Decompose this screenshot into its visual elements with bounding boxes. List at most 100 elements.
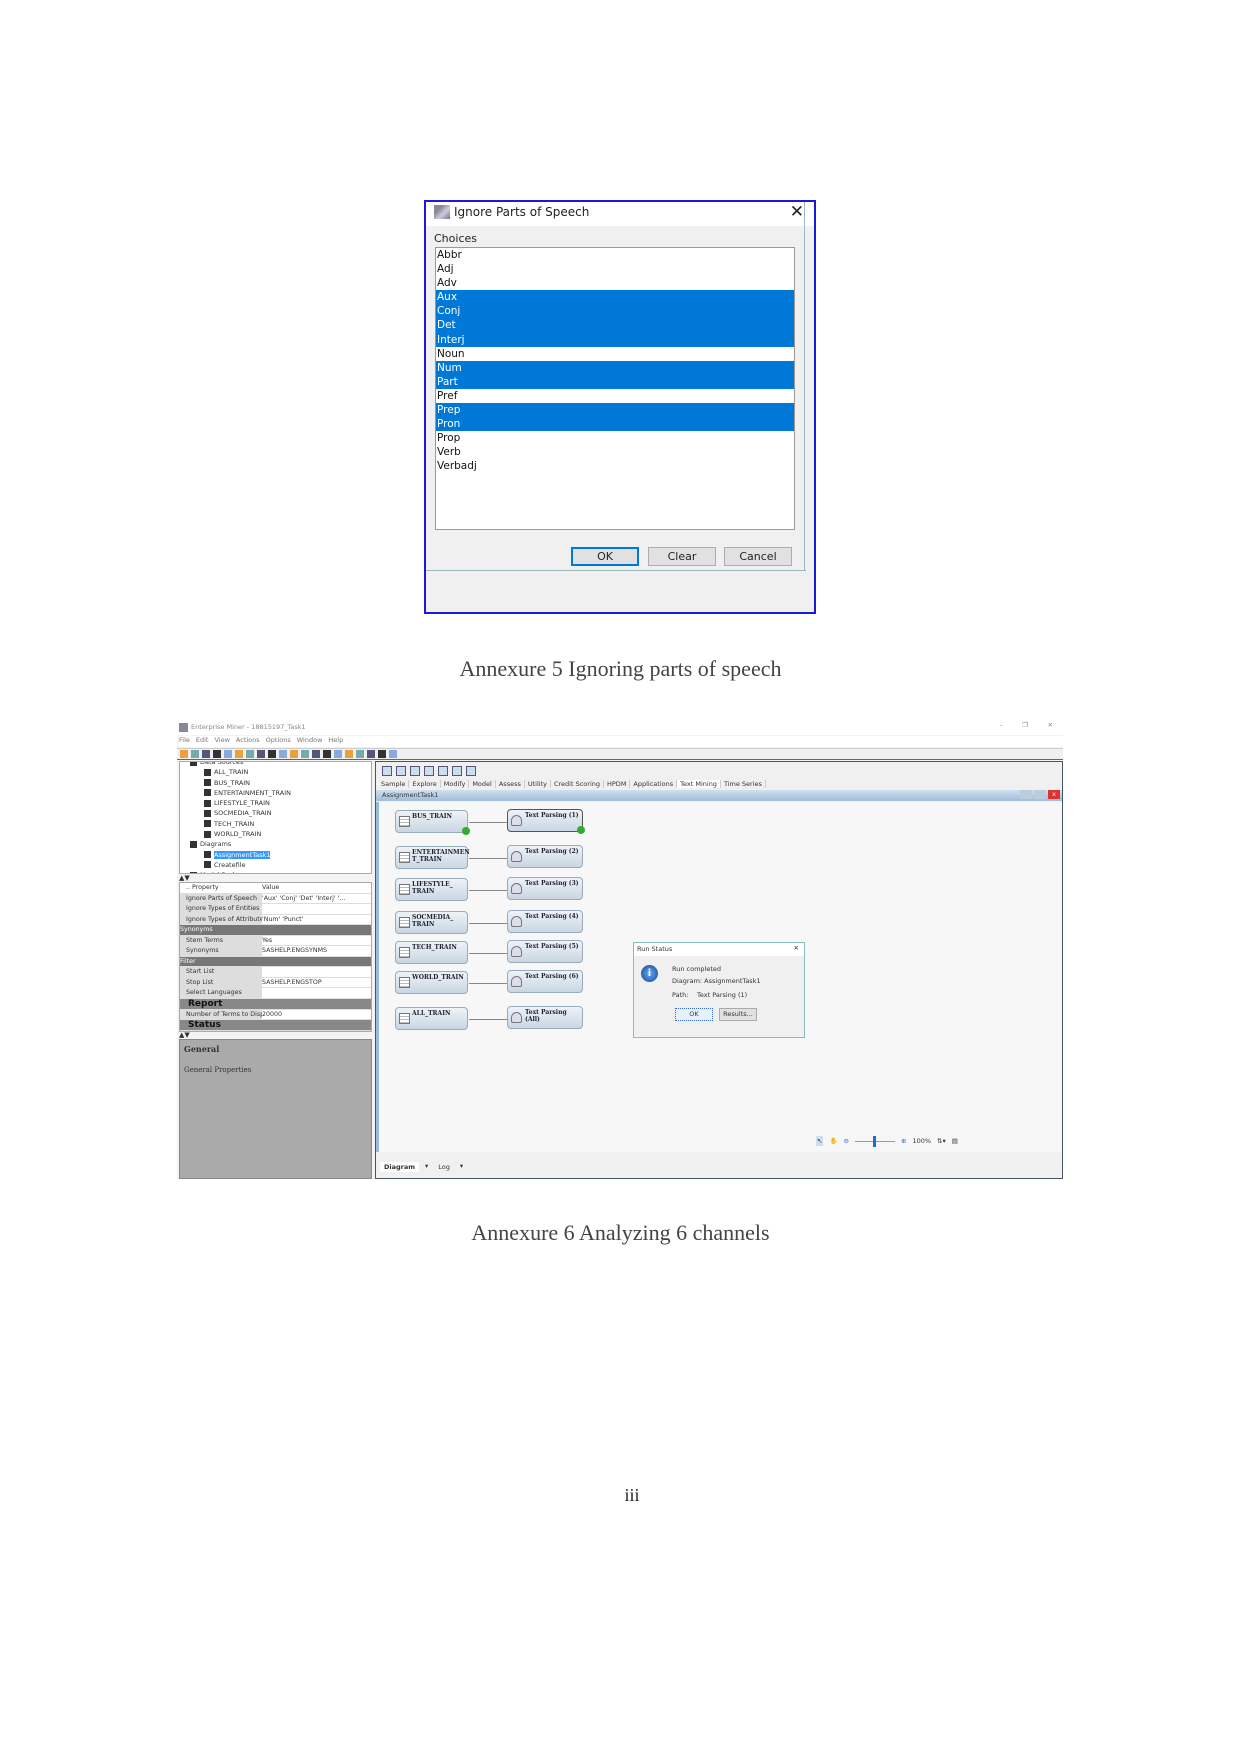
data-source-node[interactable]: LIFESTYLE_ TRAIN — [395, 878, 468, 901]
choice-item[interactable]: Verbadj — [436, 459, 794, 473]
tab-sample[interactable]: Sample — [378, 780, 410, 788]
toolbar-button-icon[interactable] — [246, 750, 254, 758]
data-source-node[interactable]: SOCMEDIA_ TRAIN — [395, 911, 468, 934]
choice-item[interactable]: Det — [436, 318, 794, 333]
property-row[interactable]: Number of Terms to Display20000 — [180, 1009, 371, 1020]
close-icon[interactable]: x — [1048, 790, 1060, 799]
property-value[interactable]: SASHELP.ENGSYNMS — [262, 946, 371, 956]
choice-item[interactable]: Pref — [436, 389, 794, 403]
menu-options[interactable]: Options — [266, 736, 291, 744]
zoom-out-icon[interactable]: ⊖ — [844, 1137, 849, 1145]
choice-item[interactable]: Prop — [436, 431, 794, 445]
property-value[interactable]: SASHELP.ENGSTOP — [262, 977, 371, 987]
dropdown-icon[interactable]: ▾ — [460, 1162, 463, 1172]
text-parsing-node[interactable]: Text Parsing (2) — [507, 845, 583, 868]
toolbar-button-icon[interactable] — [301, 750, 309, 758]
choice-item[interactable]: Interj — [436, 332, 794, 347]
close-icon[interactable]: ✕ — [1048, 721, 1053, 729]
tab-hpdm[interactable]: HPDM — [604, 780, 631, 788]
choices-list[interactable]: Abbr Adj Adv Aux Conj Det Interj Noun Num Part Pre… — [435, 247, 795, 530]
text-parsing-node[interactable]: Text Parsing (1) — [507, 809, 585, 834]
toolbar-button-icon[interactable] — [268, 750, 276, 758]
zoom-slider[interactable] — [855, 1135, 895, 1147]
choice-item[interactable]: Adj — [436, 262, 794, 276]
property-value[interactable] — [262, 904, 371, 914]
data-source-node[interactable]: TECH_TRAIN — [395, 941, 468, 964]
data-source-node[interactable]: WORLD_TRAIN — [395, 971, 468, 994]
tab-assess[interactable]: Assess — [496, 780, 525, 788]
menu-view[interactable]: View — [214, 736, 229, 744]
tree-diagram[interactable]: Createfile — [190, 860, 371, 870]
choice-item[interactable]: Conj — [436, 304, 794, 319]
node-tool-icon[interactable] — [410, 766, 420, 776]
data-source-node[interactable]: ALL_TRAIN — [395, 1007, 468, 1030]
toolbar-button-icon[interactable] — [334, 750, 342, 758]
property-row[interactable]: Stop List SASHELP.ENGSTOP — [180, 977, 371, 988]
toolbar-button-icon[interactable] — [257, 750, 265, 758]
cancel-button[interactable]: Cancel — [724, 547, 792, 566]
text-parsing-node[interactable]: Text Parsing (All) — [507, 1006, 583, 1029]
tree-diagram[interactable]: AssignmentTask1 — [190, 850, 371, 860]
node-tool-icon[interactable] — [466, 766, 476, 776]
toolbar-button-icon[interactable] — [367, 750, 375, 758]
ok-button[interactable]: OK — [571, 547, 639, 566]
toolbar-button-icon[interactable] — [378, 750, 386, 758]
node-tool-icon[interactable] — [424, 766, 434, 776]
choice-item[interactable]: Part — [436, 374, 794, 389]
property-row[interactable]: Ignore Parts of Speech 'Aux' 'Conj' 'Det'… — [180, 893, 371, 904]
tab-utility[interactable]: Utility — [525, 780, 551, 788]
clear-button[interactable]: Clear — [648, 547, 716, 566]
tree-data-source[interactable]: ENTERTAINMENT_TRAIN — [190, 788, 371, 798]
property-value[interactable]: Yes — [262, 935, 371, 945]
property-row[interactable]: Stem Terms Yes — [180, 935, 371, 946]
results-button[interactable]: Results... — [719, 1008, 757, 1021]
data-source-node[interactable]: ENTERTAINMEN T_TRAIN — [395, 846, 470, 869]
property-row[interactable]: Select Languages — [180, 988, 371, 999]
toolbar-button-icon[interactable] — [202, 750, 210, 758]
text-parsing-node[interactable]: Text Parsing (3) — [507, 877, 583, 900]
property-value[interactable]: 'Aux' 'Conj' 'Det' 'Interj' '... — [262, 893, 371, 903]
minimize-icon[interactable] — [1020, 790, 1032, 799]
tab-model[interactable]: Model — [469, 780, 496, 788]
menu-help[interactable]: Help — [328, 736, 343, 744]
node-tool-icon[interactable] — [396, 766, 406, 776]
choice-item[interactable]: Num — [436, 360, 794, 375]
property-row[interactable]: Synonyms SASHELP.ENGSYNMS — [180, 946, 371, 957]
menu-edit[interactable]: Edit — [196, 736, 209, 744]
close-icon[interactable]: ✕ — [790, 202, 804, 222]
choice-item[interactable]: Verb — [436, 445, 794, 459]
menu-window[interactable]: Window — [297, 736, 323, 744]
node-tool-icon[interactable] — [382, 766, 392, 776]
maximize-icon[interactable]: ❐ — [1022, 721, 1028, 729]
tab-text-mining[interactable]: Text Mining — [677, 780, 721, 788]
choice-item[interactable]: Adv — [436, 276, 794, 290]
property-value[interactable] — [262, 967, 371, 977]
toolbar-button-icon[interactable] — [389, 750, 397, 758]
layout-icon[interactable]: ⇅▾ — [937, 1137, 946, 1145]
data-source-node[interactable]: BUS_TRAIN — [395, 810, 470, 835]
node-tool-icon[interactable] — [452, 766, 462, 776]
toolbar-button-icon[interactable] — [235, 750, 243, 758]
toolbar-button-icon[interactable] — [345, 750, 353, 758]
tab-explore[interactable]: Explore — [409, 780, 441, 788]
run-ok-button[interactable]: OK — [675, 1008, 713, 1021]
toolbar-button-icon[interactable] — [224, 750, 232, 758]
tree-diagrams[interactable]: Diagrams — [190, 839, 371, 849]
tab-credit-scoring[interactable]: Credit Scoring — [551, 780, 604, 788]
text-parsing-node[interactable]: Text Parsing (6) — [507, 970, 583, 993]
tree-data-source[interactable]: WORLD_TRAIN — [190, 829, 371, 839]
tab-time-series[interactable]: Time Series — [721, 780, 766, 788]
toolbar-button-icon[interactable] — [312, 750, 320, 758]
select-tool-icon[interactable]: ↖ — [816, 1136, 824, 1146]
property-value[interactable]: 9/9/17 9:50 AM — [262, 1031, 371, 1032]
toolbar-button-icon[interactable] — [323, 750, 331, 758]
toolbar-button-icon[interactable] — [356, 750, 364, 758]
tab-applications[interactable]: Applications — [630, 780, 678, 788]
toolbar-button-icon[interactable] — [191, 750, 199, 758]
menu-actions[interactable]: Actions — [236, 736, 260, 744]
tree-data-source[interactable]: ALL_TRAIN — [190, 767, 371, 777]
tab-modify[interactable]: Modify — [441, 780, 470, 788]
property-row[interactable]: Start List — [180, 967, 371, 978]
node-tool-icon[interactable] — [438, 766, 448, 776]
text-parsing-node[interactable]: Text Parsing (4) — [507, 910, 583, 933]
